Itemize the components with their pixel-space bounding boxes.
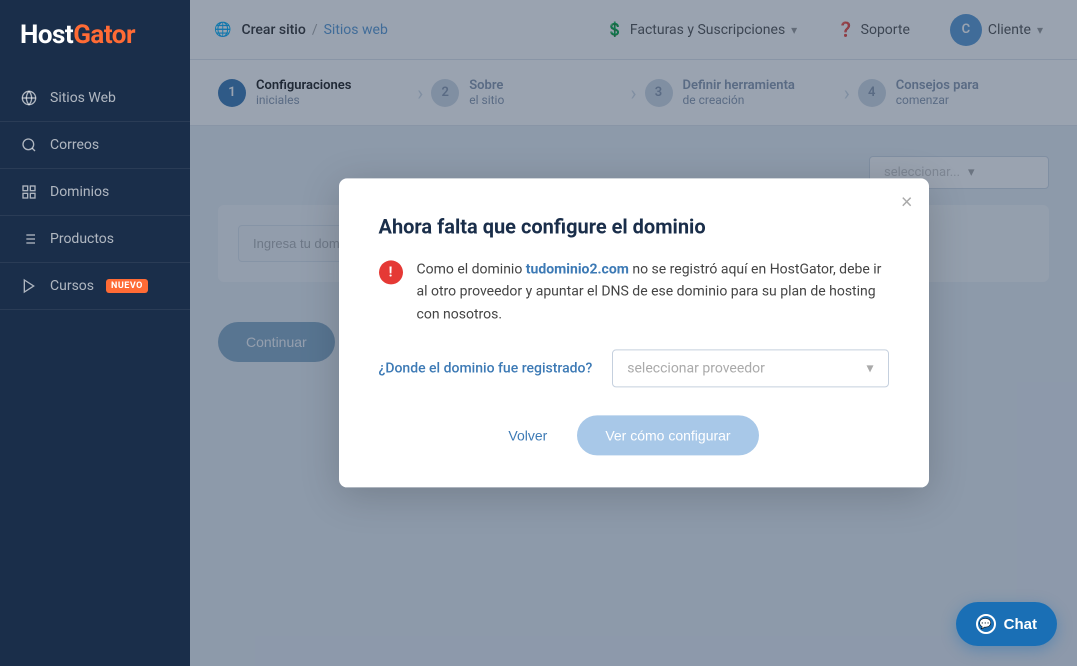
modal-title: Ahora falta que configure el dominio [379,214,889,238]
logo[interactable]: HostGator [0,0,190,75]
provider-select[interactable]: seleccionar proveedor ▾ [612,350,888,388]
modal: × Ahora falta que configure el dominio !… [339,178,929,487]
domain-row: ¿Donde el dominio fue registrado? selecc… [379,350,889,388]
domain-link[interactable]: tudominio2.com [526,261,629,277]
grid-icon [20,183,38,201]
globe-icon [20,89,38,107]
sidebar-label-sitios: Sitios Web [50,90,116,106]
mail-icon [20,136,38,154]
sidebar-item-correos[interactable]: Correos [0,122,190,169]
sidebar-label-productos: Productos [50,231,114,247]
list-icon [20,230,38,248]
sidebar-label-correos: Correos [50,137,99,153]
play-icon [20,277,38,295]
select-placeholder: seleccionar proveedor [627,361,765,377]
configure-button[interactable]: Ver cómo configurar [577,416,758,456]
back-button[interactable]: Volver [508,428,547,444]
main-content: 🌐 Crear sitio / Sitios web 💲 Facturas y … [190,0,1077,666]
sidebar-label-cursos: Cursos [50,278,94,294]
modal-actions: Volver Ver cómo configurar [379,416,889,456]
sidebar-item-cursos[interactable]: Cursos NUEVO [0,263,190,310]
domain-question: ¿Donde el dominio fue registrado? [379,361,593,377]
sidebar: HostGator Sitios Web Correos Dominios [0,0,190,666]
chat-label: Chat [1004,616,1037,633]
chevron-down-icon-select: ▾ [866,361,873,377]
modal-alert: ! Como el dominio tudominio2.com no se r… [379,258,889,325]
sidebar-nav: Sitios Web Correos Dominios Productos Cu… [0,75,190,310]
alert-icon: ! [379,260,403,284]
close-button[interactable]: × [901,192,913,212]
alert-text-before: Como el dominio [417,261,526,277]
chat-button[interactable]: 💬 Chat [956,602,1057,646]
alert-text: Como el dominio tudominio2.com no se reg… [417,258,889,325]
logo-host: Host [20,20,73,50]
sidebar-item-sitios-web[interactable]: Sitios Web [0,75,190,122]
sidebar-item-productos[interactable]: Productos [0,216,190,263]
logo-gator: Gator [73,20,135,50]
nuevo-badge: NUEVO [106,279,148,293]
chat-icon: 💬 [976,614,996,634]
sidebar-label-dominios: Dominios [50,184,109,200]
sidebar-item-dominios[interactable]: Dominios [0,169,190,216]
